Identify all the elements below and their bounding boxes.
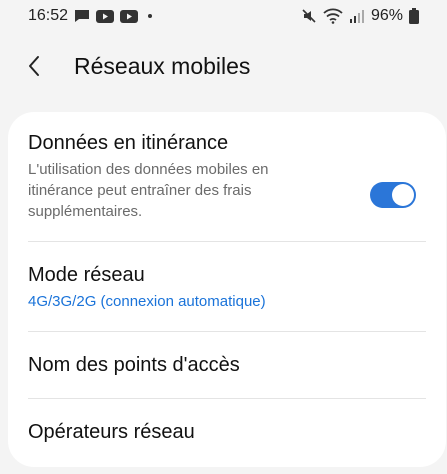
- network-mode-title: Mode réseau: [28, 264, 145, 286]
- mute-icon: [301, 8, 317, 24]
- apn-title: Nom des points d'accès: [28, 354, 240, 376]
- page-title: Réseaux mobiles: [74, 52, 251, 79]
- status-left: 16:52: [28, 7, 153, 25]
- settings-card: Données en itinérance L'utilisation des …: [8, 112, 446, 467]
- back-arrow-icon: [29, 56, 39, 76]
- roaming-toggle[interactable]: [370, 182, 416, 208]
- battery-percent: 96%: [370, 7, 403, 24]
- status-time: 16:52: [28, 7, 69, 24]
- apn-setting[interactable]: Nom des points d'accès: [8, 354, 446, 398]
- status-bar: 16:52 96%: [0, 0, 447, 32]
- roaming-subtitle: L'utilisation des données mobiles en iti…: [28, 161, 269, 220]
- operators-title: Opérateurs réseau: [28, 421, 195, 443]
- youtube-icon: [120, 9, 139, 23]
- roaming-setting[interactable]: Données en itinérance L'utilisation des …: [8, 132, 446, 242]
- notification-dot: [148, 14, 153, 18]
- back-button[interactable]: [14, 46, 54, 86]
- operators-setting[interactable]: Opérateurs réseau: [8, 421, 446, 461]
- toggle-knob: [392, 184, 414, 206]
- status-right: 96%: [301, 7, 419, 25]
- wifi-icon: [323, 8, 343, 24]
- divider: [28, 331, 426, 332]
- message-icon: [74, 9, 90, 23]
- app-bar: Réseaux mobiles: [0, 40, 447, 92]
- battery-icon: [409, 8, 419, 24]
- divider: [28, 398, 426, 399]
- signal-icon: [349, 9, 365, 23]
- divider: [28, 241, 426, 242]
- youtube-icon: [96, 9, 115, 23]
- network-mode-value: 4G/3G/2G (connexion automatique): [28, 293, 266, 310]
- network-mode-setting[interactable]: Mode réseau 4G/3G/2G (connexion automati…: [8, 264, 446, 334]
- roaming-title: Données en itinérance: [28, 132, 229, 154]
